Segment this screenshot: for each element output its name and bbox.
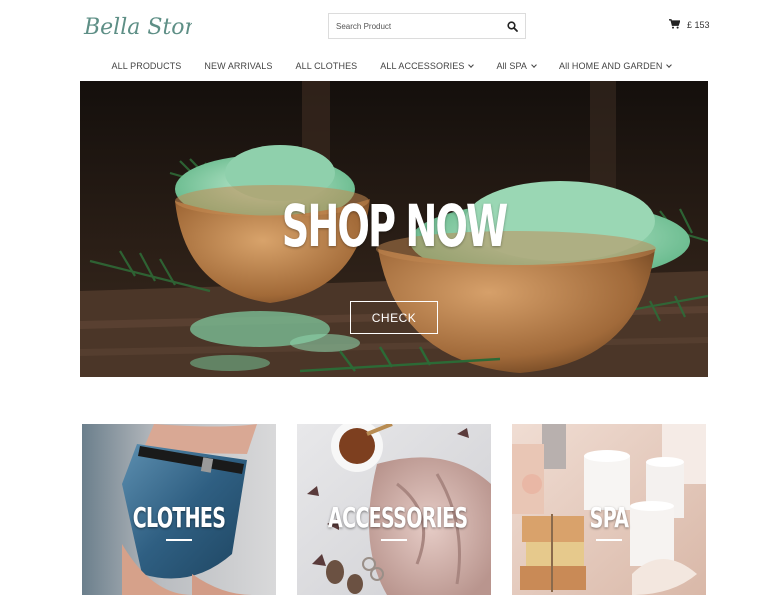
nav-item-all-accessories[interactable]: ALL ACCESSORIES: [380, 61, 475, 71]
hero-title: SHOP NOW: [281, 192, 508, 260]
search-icon[interactable]: [499, 14, 525, 38]
category-tile-accessories[interactable]: ACCESSORIES: [297, 424, 491, 595]
check-button[interactable]: CHECK: [350, 301, 438, 334]
nav-item-new-arrivals[interactable]: NEW ARRIVALS: [204, 61, 272, 71]
chevron-down-icon: [468, 61, 475, 68]
cart-amount: £ 153: [687, 20, 710, 30]
cart-button[interactable]: £ 153: [669, 19, 710, 31]
nav-item-all-home-and-garden[interactable]: All HOME AND GARDEN: [559, 61, 673, 71]
nav-item-all-products[interactable]: ALL PRODUCTS: [112, 61, 182, 71]
category-tile-clothes[interactable]: CLOTHES: [82, 424, 276, 595]
logo-text: Bella Store: [83, 15, 192, 40]
category-underline: [166, 539, 192, 541]
nav-item-all-spa[interactable]: All SPA: [496, 61, 537, 71]
category-label-accessories: ACCESSORIES: [328, 501, 468, 534]
store-logo[interactable]: Bella Store: [82, 10, 208, 44]
category-label-clothes: CLOTHES: [132, 501, 226, 534]
category-tile-spa[interactable]: SPA: [512, 424, 706, 595]
category-underline: [381, 539, 407, 541]
category-underline: [596, 539, 622, 541]
chevron-down-icon: [666, 61, 673, 68]
category-label-spa: SPA: [589, 501, 629, 534]
chevron-down-icon: [531, 61, 537, 68]
nav-item-all-clothes[interactable]: ALL CLOTHES: [295, 61, 357, 71]
main-nav: ALL PRODUCTS NEW ARRIVALS ALL CLOTHES AL…: [0, 58, 783, 74]
search-bar: [328, 13, 526, 39]
cart-icon: [669, 19, 681, 31]
hero-banner: SHOP NOW CHECK: [80, 81, 708, 377]
search-input[interactable]: [329, 14, 499, 38]
